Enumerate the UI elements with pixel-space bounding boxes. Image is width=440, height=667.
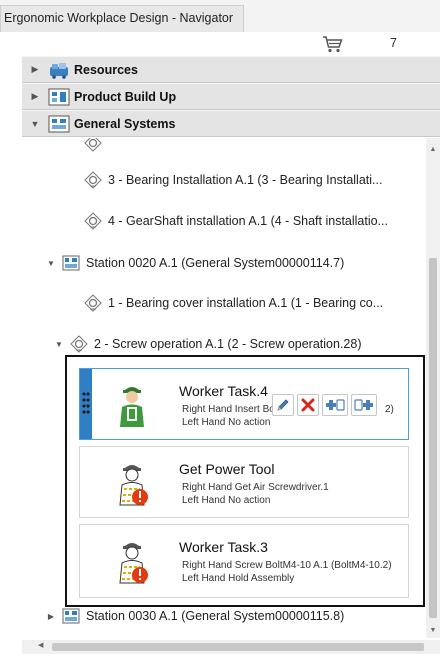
pencil-icon [277,399,289,411]
tree-item-station[interactable]: ▶ Station 0030 A.1 (General System000001… [44,608,344,624]
task-left-hand: Left Hand Hold Assembly [182,573,295,584]
collapse-arrow-icon[interactable]: ▼ [52,340,66,349]
task-right-hand: Right Hand Screw BoltM4-10 A.1 (BoltM4-1… [182,560,392,571]
worker-icon [120,387,144,427]
section-label: Product Build Up [74,89,177,104]
task-right-hand: Right Hand Insert Bo 2) [182,404,394,415]
grip-dots-icon [82,392,90,414]
worker-task-card[interactable]: Get Power Tool Right Hand Get Air Screwd… [79,446,409,518]
delete-button[interactable] [297,394,319,416]
task-action-bar [272,394,377,416]
worker-task-card[interactable]: Worker Task.3 Right Hand Screw BoltM4-10… [79,524,409,598]
station-icon [62,608,80,624]
tree-item-label: Station 0020 A.1 (General System00000114… [86,256,345,270]
expand-arrow-icon[interactable]: ▶ [22,91,48,102]
section-product-build-up[interactable]: ▶ Product Build Up [22,83,440,110]
edit-button[interactable] [272,394,294,416]
insert-after-icon [354,399,373,411]
cart-count: 7 [390,36,397,50]
tree-item-label: Station 0030 A.1 (General System00000115… [86,609,345,623]
toolbar: 7 [22,32,440,56]
worker-warning-icon [119,543,148,584]
expand-arrow-icon[interactable]: ▶ [44,612,58,621]
expand-arrow-icon[interactable]: ▶ [22,64,48,75]
horizontal-scrollbar[interactable]: ◀ [22,640,440,654]
scroll-up-icon[interactable]: ▲ [426,146,440,153]
task-title: Get Power Tool [179,461,275,477]
task-left-hand: Left Hand No action [182,495,271,506]
drag-handle[interactable] [80,369,92,439]
general-systems-icon [48,115,70,132]
operation-icon [84,138,102,152]
scroll-down-icon[interactable]: ▼ [426,627,440,634]
station-icon [62,255,80,271]
product-build-up-icon [48,88,70,105]
insert-before-button[interactable] [322,394,348,416]
task-title: Worker Task.3 [179,539,268,555]
tree-item-label: 1 - Bearing cover installation A.1 (1 - … [108,296,384,310]
operation-icon [84,171,102,189]
resources-icon [50,62,68,79]
task-left-hand: Left Hand No action [182,417,271,428]
task-right-hand: Right Hand Get Air Screwdriver.1 [182,482,329,493]
delete-x-icon [301,398,315,412]
tree-item-operation-expanded[interactable]: ▼ 2 - Screw operation A.1 (2 - Screw ope… [52,335,362,353]
title-bar: Ergonomic Workplace Design - Navigator [0,0,440,32]
operation-icon [84,294,102,312]
navigator-window: Ergonomic Workplace Design - Navigator 7… [0,0,440,667]
task-title: Worker Task.4 [179,383,268,399]
scroll-left-icon[interactable]: ◀ [38,641,43,649]
worker-warning-icon [119,465,148,506]
tree-item-label: 4 - GearShaft installation A.1 (4 - Shaf… [108,214,389,228]
insert-before-icon [326,399,345,411]
cart-icon[interactable] [322,35,344,53]
collapse-arrow-icon[interactable]: ▼ [44,259,58,268]
scrollbar-thumb[interactable] [52,643,424,651]
section-resources[interactable]: ▶ Resources [22,56,440,83]
tree-item-label: 3 - Bearing Installation A.1 (3 - Bearin… [108,173,383,187]
operation-icon [84,212,102,230]
scrollbar-thumb[interactable] [429,258,437,618]
tree-item-operation[interactable]: 4 - GearShaft installation A.1 (4 - Shaf… [84,212,388,230]
collapse-arrow-icon[interactable]: ▼ [22,119,48,129]
tree-item-operation[interactable]: 3 - Bearing Installation A.1 (3 - Bearin… [84,171,382,189]
vertical-scrollbar[interactable]: ▲ ▼ [426,138,440,638]
section-label: Resources [74,62,138,77]
tree-item-station[interactable]: ▼ Station 0020 A.1 (General System000001… [44,255,344,271]
tree-item-label: 2 - Screw operation A.1 (2 - Screw opera… [94,337,362,351]
section-label: General Systems [74,116,176,131]
tree-item-partial [84,138,108,152]
section-general-systems[interactable]: ▼ General Systems [22,110,440,137]
operation-icon [70,335,88,353]
tree-item-operation[interactable]: 1 - Bearing cover installation A.1 (1 - … [84,294,383,312]
window-title[interactable]: Ergonomic Workplace Design - Navigator [0,5,244,32]
insert-after-button[interactable] [351,394,377,416]
